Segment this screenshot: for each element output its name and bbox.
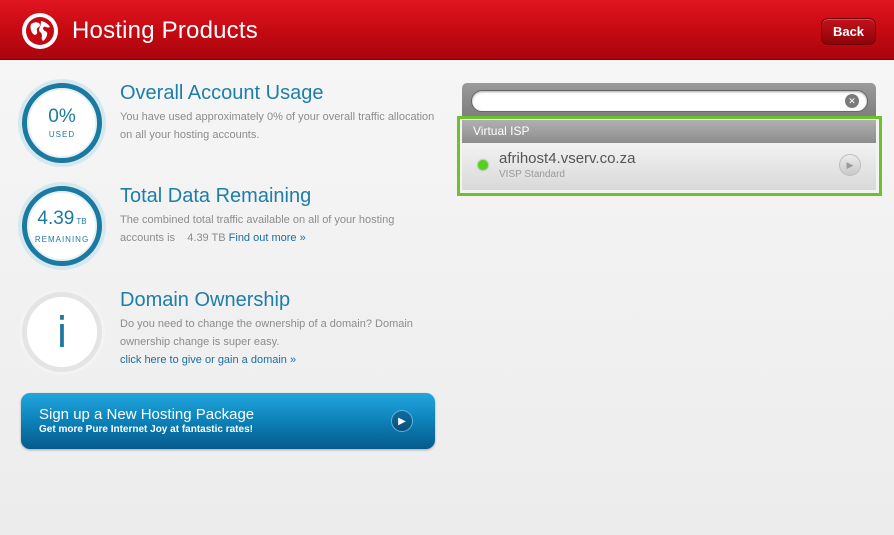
chevron-right-icon: ▶ [391,410,413,432]
domain-text-block: Do you need to change the ownership of a… [120,315,440,369]
signup-subtitle: Get more Pure Internet Joy at fantastic … [39,424,253,435]
usage-title: Overall Account Usage [120,82,324,104]
domain-ring: i [22,292,102,372]
remaining-text-block: The combined total traffic available on … [120,211,440,247]
clear-search-icon[interactable]: ✕ [845,94,859,108]
domain-title: Domain Ownership [120,289,291,311]
remaining-unit: TB [76,216,87,226]
remaining-amount: 4.39 TB [187,232,226,244]
usage-value: 0% [48,106,76,127]
globe-logo-icon [22,13,58,49]
remaining-title: Total Data Remaining [120,185,312,207]
remaining-caption: REMAINING [34,234,90,244]
info-icon: i [56,307,68,357]
search-input[interactable] [471,90,868,112]
domain-link[interactable]: click here to give or gain a domain » [120,351,440,369]
usage-text: You have used approximately 0% of your o… [120,111,435,141]
back-button[interactable]: Back [821,18,876,45]
domain-text: Do you need to change the ownership of a… [120,318,413,348]
usage-caption: USED [48,130,76,139]
selection-highlight [457,116,882,196]
remaining-value-wrap: 4.39 TB [37,207,87,232]
usage-ring: 0% USED [22,83,102,163]
signup-hosting-button[interactable]: Sign up a New Hosting Package Get more P… [21,393,435,449]
remaining-ring: 4.39 TB REMAINING [22,186,102,266]
find-out-more-link[interactable]: Find out more » [229,232,306,244]
page-title: Hosting Products [72,17,258,44]
signup-title: Sign up a New Hosting Package [39,406,255,423]
remaining-value: 4.39 [37,207,75,229]
app-header: Hosting Products Back [0,0,894,60]
